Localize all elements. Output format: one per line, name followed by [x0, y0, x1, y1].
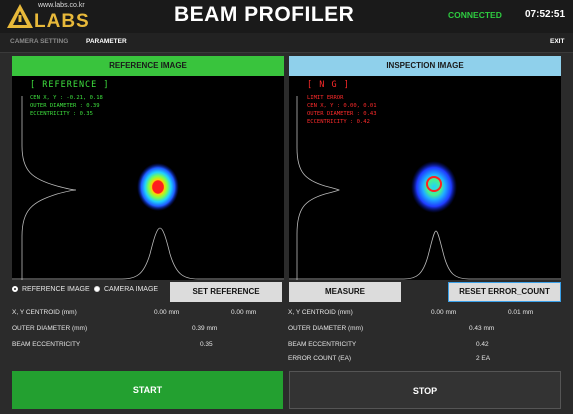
menu-camera-setting[interactable]: CAMERA SETTING	[10, 38, 68, 45]
connection-status: CONNECTED	[448, 10, 502, 20]
ins-xy-centroid-label: X, Y CENTROID (mm)	[288, 309, 353, 316]
start-button[interactable]: START	[12, 371, 283, 409]
ins-error-count-label: ERROR COUNT (EA)	[288, 355, 352, 362]
labs-logo-icon	[7, 4, 33, 28]
reference-beam-spot	[137, 163, 179, 211]
ref-outer-diameter-value: 0.39 mm	[192, 325, 218, 332]
ref-xy-centroid-label: X, Y CENTROID (mm)	[12, 309, 77, 316]
reference-y-profile	[21, 96, 77, 280]
inspection-beam-spot	[411, 161, 457, 213]
app-title: BEAM PROFILER	[174, 3, 355, 26]
inspection-image-header: INSPECTION IMAGE	[289, 56, 561, 76]
logo-text: LABS	[34, 11, 90, 32]
reference-beam-plot	[12, 96, 284, 280]
menu-bar: CAMERA SETTING PARAMETER EXIT	[0, 33, 573, 53]
stop-button[interactable]: STOP	[289, 371, 561, 409]
ref-y-centroid-value: 0.00 mm	[231, 309, 257, 316]
ins-eccentricity-value: 0.42	[476, 341, 489, 348]
measure-button[interactable]: MEASURE	[289, 282, 401, 302]
radio-reference-label: REFERENCE IMAGE	[22, 286, 90, 293]
radio-selected-icon	[12, 286, 18, 292]
logo-url: www.labs.co.kr	[38, 2, 85, 9]
radio-camera-label: CAMERA IMAGE	[104, 286, 159, 293]
radio-camera-image[interactable]: CAMERA IMAGE	[94, 286, 158, 293]
inspection-x-profile	[289, 230, 561, 280]
top-bar: www.labs.co.kr LABS BEAM PROFILER CONNEC…	[0, 0, 573, 33]
reference-image-header: REFERENCE IMAGE	[12, 56, 284, 76]
reference-x-profile	[12, 227, 284, 280]
ins-error-count-value: 2 EA	[476, 355, 491, 362]
ins-eccentricity-label: BEAM ECCENTRICITY	[288, 341, 357, 348]
clock: 07:52:51	[525, 9, 566, 20]
inspection-beam-plot	[289, 96, 561, 280]
reset-error-count-button[interactable]: RESET ERROR_COUNT	[448, 282, 561, 302]
ref-x-centroid-value: 0.00 mm	[154, 309, 180, 316]
ins-x-centroid-value: 0.00 mm	[431, 309, 457, 316]
ref-eccentricity-label: BEAM ECCENTRICITY	[12, 341, 81, 348]
menu-parameter[interactable]: PARAMETER	[86, 38, 127, 45]
inspection-y-profile	[296, 96, 340, 280]
ref-outer-diameter-label: OUTER DIAMETER (mm)	[12, 325, 88, 332]
ins-outer-diameter-value: 0.43 mm	[469, 325, 495, 332]
ins-y-centroid-value: 0.01 mm	[508, 309, 534, 316]
ins-outer-diameter-label: OUTER DIAMETER (mm)	[288, 325, 364, 332]
ref-eccentricity-value: 0.35	[200, 341, 213, 348]
radio-unselected-icon	[94, 286, 100, 292]
radio-reference-image[interactable]: REFERENCE IMAGE	[12, 286, 90, 293]
inspection-image-view: [ N G ] LIMIT ERROR CEN X, Y : 0.00, 0.0…	[289, 76, 561, 280]
set-reference-button[interactable]: SET REFERENCE	[170, 282, 282, 302]
menu-exit[interactable]: EXIT	[550, 38, 564, 45]
reference-image-view: [ REFERENCE ] CEN X, Y : -0.21, 0.18 OUT…	[12, 76, 284, 280]
